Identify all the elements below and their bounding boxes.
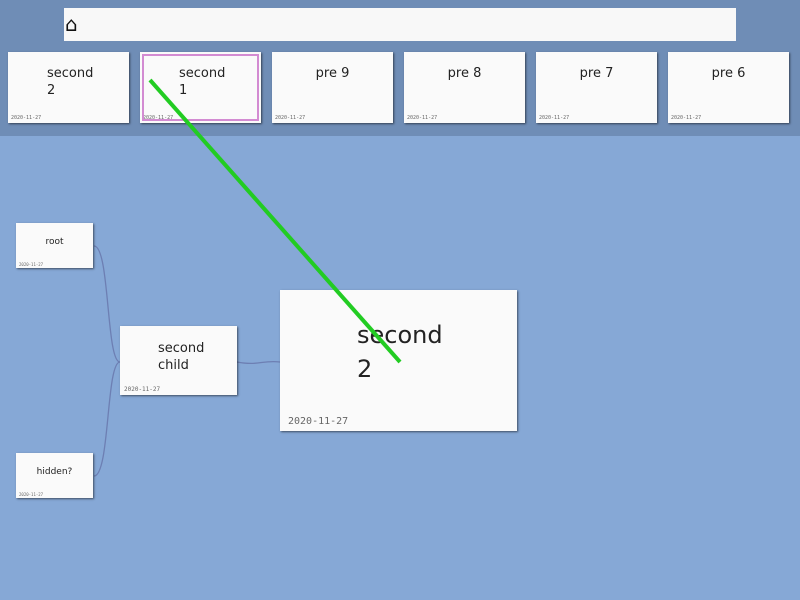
node-root[interactable]: root 2020-11-27 — [16, 223, 93, 268]
recent-card-title: pre 6 — [711, 66, 746, 81]
recent-card-date: 2020-11-27 — [539, 115, 570, 121]
edge-hidden-to-second-child — [93, 361, 121, 477]
home-icon[interactable]: ⌂ — [65, 11, 78, 37]
recent-card-second-1[interactable]: second 1 2020-11-27 — [140, 52, 261, 123]
recent-card-title: second 1 — [179, 66, 226, 98]
node-title: second 2 — [357, 321, 443, 383]
node-second-child[interactable]: second child 2020-11-27 — [120, 326, 237, 395]
node-title: hidden? — [36, 467, 73, 477]
search-input[interactable] — [64, 8, 736, 41]
node-current[interactable]: second 2 2020-11-27 — [280, 290, 517, 431]
node-date: 2020-11-27 — [124, 386, 161, 393]
recent-card-pre-8[interactable]: pre 8 2020-11-27 — [404, 52, 525, 123]
recent-card-title: second 2 — [47, 66, 94, 98]
recent-card-date: 2020-11-27 — [11, 115, 42, 121]
recent-card-date: 2020-11-27 — [275, 115, 306, 121]
recent-card-pre-6[interactable]: pre 6 2020-11-27 — [668, 52, 789, 123]
edge-second-child-to-current — [236, 360, 281, 365]
recent-card-title: pre 9 — [315, 66, 350, 81]
edge-root-to-second-child — [93, 245, 121, 363]
node-date: 2020-11-27 — [288, 416, 349, 427]
recent-card-title: pre 7 — [579, 66, 614, 81]
node-title: root — [45, 237, 64, 247]
node-hidden[interactable]: hidden? 2020-11-27 — [16, 453, 93, 498]
recent-card-date: 2020-11-27 — [143, 115, 174, 121]
recent-card-date: 2020-11-27 — [407, 115, 438, 121]
node-date: 2020-11-27 — [19, 492, 44, 497]
node-date: 2020-11-27 — [19, 262, 44, 267]
recent-card-pre-9[interactable]: pre 9 2020-11-27 — [272, 52, 393, 123]
recent-card-title: pre 8 — [447, 66, 482, 81]
recent-card-date: 2020-11-27 — [671, 115, 702, 121]
recent-card-second-2[interactable]: second 2 2020-11-27 — [8, 52, 129, 123]
recent-card-pre-7[interactable]: pre 7 2020-11-27 — [536, 52, 657, 123]
node-title: second child — [158, 341, 205, 373]
